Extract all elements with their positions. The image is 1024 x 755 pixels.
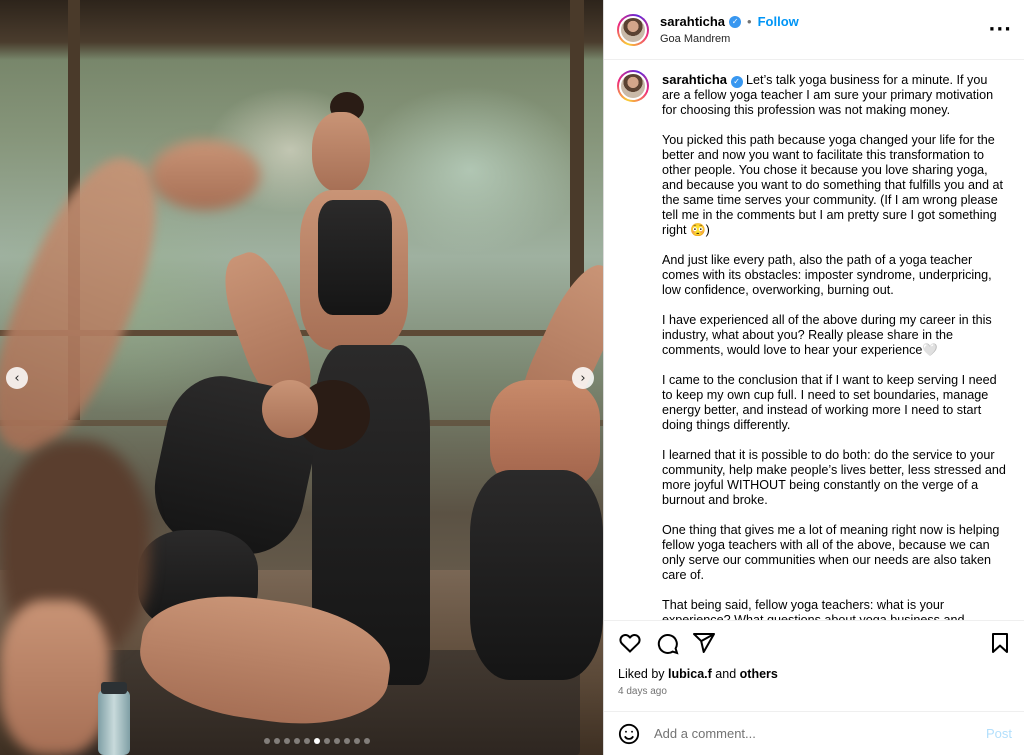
caption-paragraph: You picked this path because yoga change… <box>662 133 1003 237</box>
header-username[interactable]: sarahticha <box>660 14 725 29</box>
bookmark-icon[interactable] <box>988 631 1012 655</box>
media-figure <box>318 200 392 315</box>
smiley-icon[interactable] <box>618 723 640 745</box>
chevron-left-icon: ‹ <box>14 370 20 386</box>
post-header: sarahticha ✓ • Follow Goa Mandrem ··· <box>604 0 1024 60</box>
caption-avatar[interactable] <box>617 70 649 102</box>
caption-text: sarahticha ✓ Let’s talk yoga business fo… <box>662 70 1008 620</box>
media-water-bottle <box>98 690 130 755</box>
caption-paragraph: sarahticha ✓ Let’s talk yoga business fo… <box>662 72 1008 118</box>
likes-connector: and <box>715 667 737 681</box>
verified-badge-icon: ✓ <box>729 15 742 28</box>
media-roof <box>0 0 603 60</box>
carousel-dot <box>314 738 320 744</box>
previous-slide-button[interactable]: ‹ <box>6 367 28 389</box>
carousel-dot <box>344 738 350 744</box>
action-bar <box>604 620 1024 665</box>
carousel-dot <box>324 738 330 744</box>
liked-by-user[interactable]: lubica.f <box>668 667 712 681</box>
post-comment-button[interactable]: Post <box>986 726 1012 741</box>
media-figure <box>312 112 370 192</box>
carousel-dot <box>354 738 360 744</box>
caption-paragraph: One thing that gives me a lot of meaning… <box>662 523 1000 582</box>
more-options-icon[interactable]: ··· <box>988 19 1012 40</box>
media-figure <box>0 600 110 755</box>
likes-prefix: Liked by <box>618 667 665 681</box>
carousel-dot <box>284 738 290 744</box>
avatar[interactable] <box>617 13 649 46</box>
media-bottle-cap <box>101 682 127 694</box>
carousel-dot <box>294 738 300 744</box>
caption-paragraph: I came to the conclusion that if I want … <box>662 373 997 432</box>
add-comment-bar: Post <box>604 711 1024 755</box>
header-text: sarahticha ✓ • Follow Goa Mandrem <box>660 14 988 45</box>
caption-paragraph: And just like every path, also the path … <box>662 253 992 297</box>
comment-input[interactable] <box>654 726 986 741</box>
share-icon[interactable] <box>692 631 716 655</box>
caption-paragraph: That being said, fellow yoga teachers: w… <box>662 598 965 620</box>
header-separator: • <box>747 14 752 29</box>
heart-icon[interactable] <box>618 631 642 655</box>
media-figure <box>150 140 260 210</box>
comments-area[interactable]: sarahticha ✓ Let’s talk yoga business fo… <box>604 60 1024 620</box>
instagram-post: ‹ › sarahticha ✓ • Follow Goa Mandrem ··… <box>0 0 1024 755</box>
post-sidebar: sarahticha ✓ • Follow Goa Mandrem ··· sa… <box>603 0 1024 755</box>
caption-paragraph: I have experienced all of the above duri… <box>662 313 992 357</box>
post-media[interactable]: ‹ › <box>0 0 603 755</box>
carousel-dots <box>264 738 370 744</box>
media-figure <box>262 380 318 438</box>
post-date[interactable]: 4 days ago <box>604 683 1024 711</box>
follow-button[interactable]: Follow <box>758 14 799 29</box>
carousel-dot <box>334 738 340 744</box>
media-figure <box>470 470 603 680</box>
carousel-dot <box>304 738 310 744</box>
comment-icon[interactable] <box>655 631 679 655</box>
caption-paragraph: I learned that it is possible to do both… <box>662 448 1006 507</box>
chevron-right-icon: › <box>580 370 586 386</box>
verified-badge-icon: ✓ <box>730 75 743 88</box>
likes-others-link[interactable]: others <box>740 667 778 681</box>
carousel-dot <box>274 738 280 744</box>
carousel-dot <box>364 738 370 744</box>
likes-summary: Liked by lubica.f and others <box>604 665 1024 683</box>
carousel-dot <box>264 738 270 744</box>
caption-username[interactable]: sarahticha <box>662 72 727 87</box>
next-slide-button[interactable]: › <box>572 367 594 389</box>
location-link[interactable]: Goa Mandrem <box>660 33 988 45</box>
